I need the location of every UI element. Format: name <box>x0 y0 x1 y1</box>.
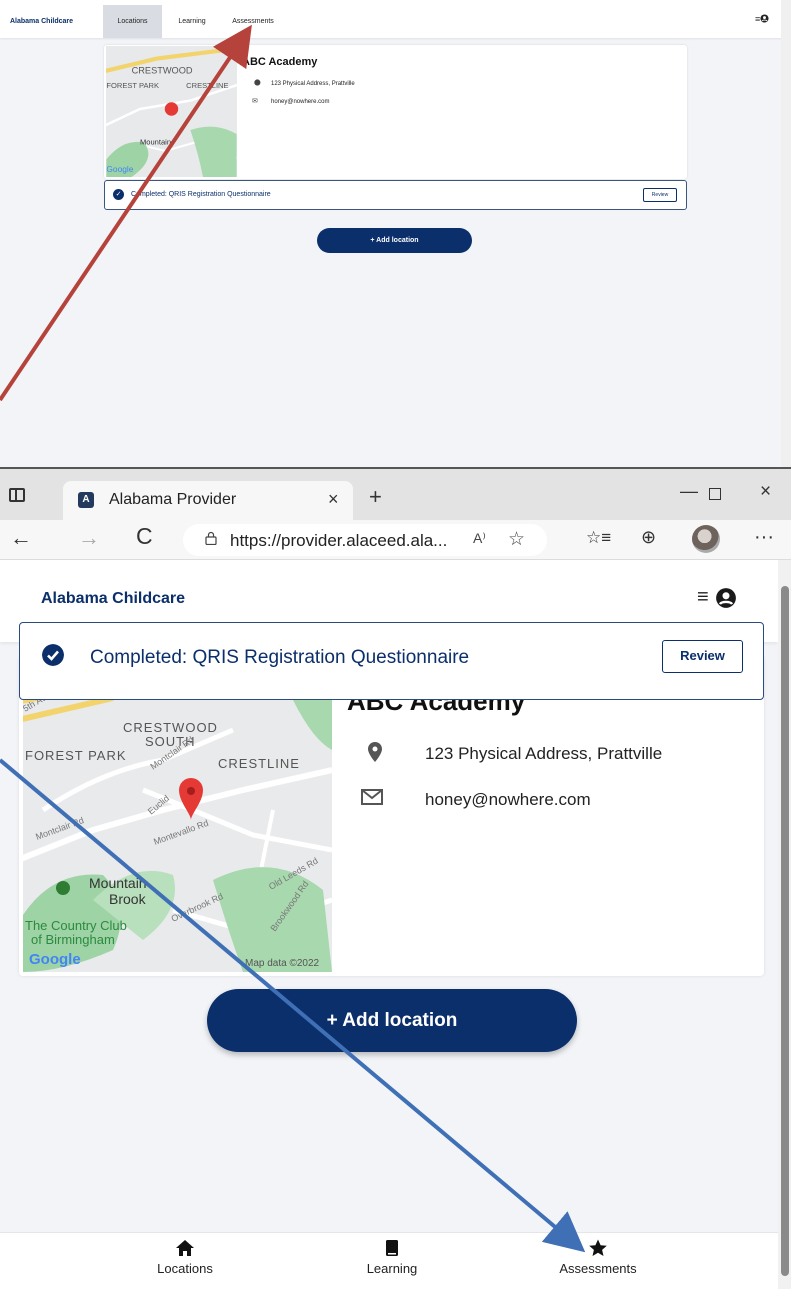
mobile-add-location-button[interactable]: + Add location <box>207 989 577 1052</box>
mobile-review-button[interactable]: Review <box>662 640 743 673</box>
maximize-button[interactable] <box>709 488 721 500</box>
screenshot-root: Alabama Childcare Locations Learning Ass… <box>0 0 791 1289</box>
url-text[interactable]: https://provider.alaceed.ala... <box>230 531 447 551</box>
desktop-location-email[interactable]: honey@nowhere.com <box>271 99 329 105</box>
map-label-brook: Brook <box>109 891 147 907</box>
browser-tab-title: Alabama Provider <box>109 491 237 508</box>
window-close-button[interactable]: × <box>760 481 771 503</box>
profile-avatar[interactable] <box>692 525 720 553</box>
refresh-button[interactable]: C <box>136 523 153 550</box>
google-logo: Google <box>29 951 81 968</box>
read-aloud-icon[interactable]: A⁾ <box>473 530 486 547</box>
desktop-review-button[interactable]: Review <box>643 188 677 202</box>
bottom-nav-assessments[interactable]: Assessments <box>538 1233 658 1289</box>
desktop-tab-learning[interactable]: Learning <box>170 5 214 38</box>
check-circle-icon <box>42 644 64 666</box>
favicon-icon: A <box>78 492 94 508</box>
desktop-tab-assessments[interactable]: Assessments <box>222 5 284 38</box>
book-icon <box>386 1240 398 1256</box>
svg-text:FOREST PARK: FOREST PARK <box>106 81 159 90</box>
map-label-country-club: The Country Club <box>25 918 127 933</box>
desktop-menu-button[interactable]: ≡ <box>755 14 769 24</box>
desktop-brand[interactable]: Alabama Childcare <box>10 18 73 25</box>
map-pin-icon <box>368 742 382 762</box>
bottom-nav-label: Assessments <box>559 1261 637 1276</box>
more-menu-icon[interactable]: ··· <box>754 526 774 549</box>
browser-window: A Alabama Provider × + — × ← → C https:/… <box>0 467 791 1289</box>
check-circle-icon: ✓ <box>113 189 124 200</box>
map-label-mountain: Mountain <box>89 875 147 891</box>
mobile-scrollbar[interactable] <box>778 560 791 1289</box>
mobile-location-email[interactable]: honey@nowhere.com <box>425 790 591 810</box>
desktop-status-text: Completed: QRIS Registration Questionnai… <box>131 191 271 198</box>
desktop-tab-locations[interactable]: Locations <box>103 5 162 38</box>
desktop-nav-bar: Alabama Childcare Locations Learning Ass… <box>0 0 791 38</box>
map-attribution: Map data ©2022 <box>245 958 320 969</box>
back-button[interactable]: ← <box>10 525 32 551</box>
svg-text:CRESTLINE: CRESTLINE <box>186 81 228 90</box>
mobile-status-row: Completed: QRIS Registration Questionnai… <box>19 622 764 700</box>
mobile-location-address: 123 Physical Address, Prattville <box>425 744 663 763</box>
forward-button[interactable]: → <box>78 525 100 551</box>
minimize-button[interactable]: — <box>680 481 698 502</box>
map-graphic: CRESTWOOD FOREST PARK CRESTLINE Mountain… <box>106 46 237 177</box>
favorites-icon[interactable]: ☆≡ <box>586 528 611 548</box>
mobile-status-text: Completed: QRIS Registration Questionnai… <box>90 647 470 668</box>
desktop-app-view: Alabama Childcare Locations Learning Ass… <box>0 0 791 467</box>
user-circle-icon <box>760 14 769 23</box>
home-icon <box>176 1240 194 1256</box>
bottom-nav-label: Learning <box>366 1261 418 1276</box>
mail-icon <box>361 789 383 805</box>
lock-icon <box>205 531 217 545</box>
desktop-location-card[interactable]: CRESTWOOD FOREST PARK CRESTLINE Mountain… <box>104 45 687 179</box>
tab-close-button[interactable]: × <box>328 489 339 510</box>
browser-tab[interactable]: A Alabama Provider × <box>63 481 353 522</box>
desktop-location-name: ABC Academy <box>242 56 318 68</box>
desktop-scrollbar[interactable] <box>781 0 791 467</box>
desktop-location-address: 123 Physical Address, Prattville <box>271 81 355 87</box>
mail-icon: ✉ <box>252 98 258 105</box>
user-circle-icon[interactable] <box>715 587 737 609</box>
map-label-crestwood: CRESTWOOD <box>123 720 218 735</box>
tab-actions-icon[interactable] <box>9 488 25 502</box>
browser-toolbar: ← → C https://provider.alaceed.ala... A⁾… <box>0 520 791 560</box>
address-bar[interactable]: https://provider.alaceed.ala... A⁾ ☆ <box>183 524 547 556</box>
svg-text:Mountain: Mountain <box>140 138 171 147</box>
bottom-nav-label: Locations <box>157 1261 213 1276</box>
new-tab-button[interactable]: + <box>369 484 382 510</box>
scroll-thumb[interactable] <box>781 586 789 1276</box>
star-icon <box>589 1239 607 1256</box>
mobile-bottom-nav: Locations Learning Assessments <box>0 1232 778 1289</box>
map-label-birmingham: of Birmingham <box>31 932 115 947</box>
map-graphic: 78 CRESTWOOD SOUTH FOREST PARK CRESTLINE… <box>23 660 332 972</box>
add-favorite-icon[interactable]: ☆ <box>508 528 525 551</box>
browser-tab-bar: A Alabama Provider × + — × <box>0 467 791 522</box>
bottom-nav-learning[interactable]: Learning <box>332 1233 452 1289</box>
map-pin-icon: ⬤ <box>254 80 261 86</box>
svg-text:Google: Google <box>106 164 133 174</box>
hamburger-icon[interactable]: ≡ <box>697 586 709 609</box>
bottom-nav-locations[interactable]: Locations <box>125 1233 245 1289</box>
desktop-status-row: ✓ Completed: QRIS Registration Questionn… <box>104 180 687 210</box>
mobile-location-card[interactable]: 78 CRESTWOOD SOUTH FOREST PARK CRESTLINE… <box>19 656 764 976</box>
collections-icon[interactable]: ⊕ <box>641 527 656 548</box>
desktop-map[interactable]: CRESTWOOD FOREST PARK CRESTLINE Mountain… <box>106 46 237 177</box>
mobile-brand[interactable]: Alabama Childcare <box>41 590 185 608</box>
svg-text:CRESTWOOD: CRESTWOOD <box>132 65 193 75</box>
map-label-forest-park: FOREST PARK <box>25 748 127 763</box>
map-label-crestline: CRESTLINE <box>218 756 300 771</box>
desktop-add-location-button[interactable]: + Add location <box>317 228 472 253</box>
mobile-map[interactable]: 78 CRESTWOOD SOUTH FOREST PARK CRESTLINE… <box>23 660 332 972</box>
